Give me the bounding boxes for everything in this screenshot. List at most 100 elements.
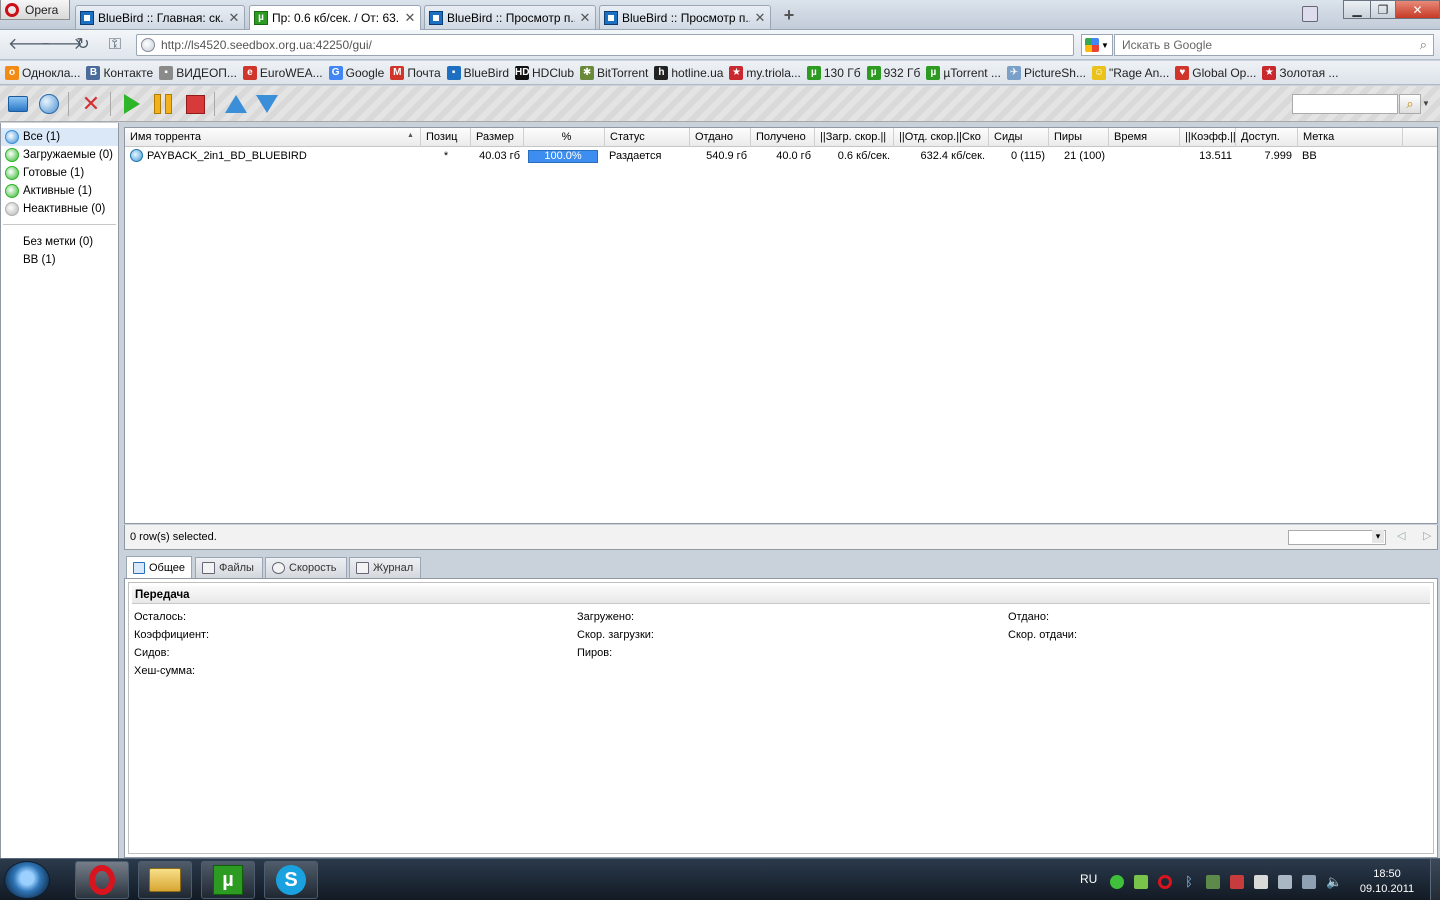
forward-icon[interactable]: 🡒 [40, 35, 83, 55]
close-icon[interactable]: ✕ [404, 10, 416, 26]
tab-speed[interactable]: Скорость [265, 557, 347, 578]
tray-green-icon[interactable] [1110, 875, 1124, 889]
browser-tab-4[interactable]: BlueBird :: Просмотр п... ✕ [599, 5, 771, 29]
bookmark-item[interactable]: ✱ BitTorrent [579, 65, 653, 80]
chevron-down-icon[interactable]: ▼ [1422, 94, 1432, 114]
column-header[interactable]: Пиры [1049, 128, 1109, 147]
column-header[interactable]: Время [1109, 128, 1180, 147]
search-input[interactable]: Искать в Google ⌕ [1114, 34, 1434, 56]
taskbar-skype[interactable]: S [264, 861, 318, 899]
back-icon[interactable]: 🡐 [8, 35, 51, 55]
trash-icon[interactable] [1302, 6, 1318, 22]
column-header[interactable]: % [524, 128, 605, 147]
volume-icon[interactable]: 🔈 [1326, 875, 1342, 889]
prev-page-icon[interactable]: ◁ [1397, 529, 1405, 542]
sidebar-label-item[interactable]: BB (1) [1, 251, 118, 269]
start-button[interactable] [4, 861, 50, 899]
remove-button[interactable]: ✕ [79, 92, 103, 116]
column-header[interactable]: Сиды [989, 128, 1049, 147]
bookmark-item[interactable]: ♥ Global Op... [1174, 65, 1261, 80]
bluetooth-icon[interactable]: ᛒ [1182, 875, 1196, 889]
browser-tab-1[interactable]: BlueBird :: Главная: ск... ✕ [75, 5, 245, 29]
bookmark-item[interactable]: В Контакте [85, 65, 158, 80]
bookmark-item[interactable]: h hotline.ua [653, 65, 728, 80]
bookmark-item[interactable]: HD HDClub [514, 65, 579, 80]
page-select[interactable] [1288, 530, 1386, 545]
column-header[interactable]: Имя торрента [125, 128, 421, 147]
bookmark-item[interactable]: ☺ "Rage An... [1091, 65, 1174, 80]
sidebar-category-item[interactable]: Неактивные (0) [1, 200, 118, 218]
bookmark-item[interactable]: e EuroWEA... [242, 65, 328, 80]
browser-tab-3[interactable]: BlueBird :: Просмотр п... ✕ [424, 5, 596, 29]
tab-log[interactable]: Журнал [349, 557, 421, 578]
column-header[interactable]: Доступ. [1236, 128, 1298, 147]
search-icon[interactable]: ⌕ [1399, 94, 1421, 114]
bookmark-item[interactable]: µ 932 Гб [866, 65, 926, 80]
bookmark-item[interactable]: M Почта [389, 65, 445, 80]
url-field[interactable]: http://ls4520.seedbox.org.ua:42250/gui/ [136, 34, 1074, 56]
column-header[interactable]: ||Коэфф.|| [1180, 128, 1236, 147]
window-close-button[interactable]: ✕ [1395, 0, 1440, 19]
close-icon[interactable]: ✕ [754, 10, 766, 26]
bookmark-item[interactable]: G Google [328, 65, 390, 80]
bookmark-item[interactable]: ★ my.triola... [728, 65, 805, 80]
close-icon[interactable]: ✕ [228, 10, 240, 26]
queue-down-button[interactable] [255, 92, 279, 116]
tray-network-icon[interactable] [1134, 875, 1148, 889]
stop-button[interactable] [183, 92, 207, 116]
sidebar-category-item[interactable]: Готовые (1) [1, 164, 118, 182]
maximize-button[interactable]: ❐ [1370, 0, 1396, 19]
column-header[interactable]: ||Загр. скор.|| [815, 128, 894, 147]
close-icon[interactable]: ✕ [579, 10, 591, 26]
add-torrent-button[interactable] [6, 92, 30, 116]
table-row[interactable]: PAYBACK_2in1_BD_BLUEBIRD * 40.03 гб 100.… [125, 148, 1437, 165]
tray-device-icon[interactable] [1254, 875, 1268, 889]
tray-flag-icon[interactable] [1230, 875, 1244, 889]
bookmark-item[interactable]: ▪ BlueBird [446, 65, 514, 80]
column-header[interactable]: Метка [1298, 128, 1403, 147]
search-icon[interactable]: ⌕ [1420, 37, 1427, 53]
column-header[interactable]: ||Отд. скор.||Ско [894, 128, 989, 147]
pause-button[interactable] [151, 92, 175, 116]
column-header[interactable]: Позиц [421, 128, 471, 147]
browser-tab-2[interactable]: µ Пр: 0.6 кб/сек. / От: 63... ✕ [249, 5, 421, 30]
tray-monitor-icon[interactable] [1278, 875, 1292, 889]
bookmark-item[interactable]: µ 130 Гб [806, 65, 866, 80]
tray-opera-icon[interactable] [1158, 875, 1172, 889]
tray-action-icon[interactable] [1302, 875, 1316, 889]
language-indicator[interactable]: RU [1080, 872, 1097, 886]
queue-up-button[interactable] [224, 92, 248, 116]
torrent-search-input[interactable] [1292, 94, 1398, 114]
opera-menu-button[interactable]: Opera [0, 0, 70, 20]
search-engine-selector[interactable]: ▼ [1081, 34, 1113, 56]
start-button[interactable] [120, 92, 144, 116]
taskbar-opera[interactable] [75, 861, 129, 899]
column-header[interactable]: Статус [605, 128, 690, 147]
bookmark-item[interactable]: ✈ PictureSh... [1006, 65, 1091, 80]
column-header[interactable]: Отдано [690, 128, 751, 147]
bookmark-item[interactable]: µ µTorrent ... [925, 65, 1006, 80]
system-clock[interactable]: 18:50 09.10.2011 [1354, 867, 1420, 897]
tab-general[interactable]: Общее [126, 556, 192, 578]
next-page-icon[interactable]: ▷ [1423, 529, 1431, 542]
sidebar-category-item[interactable]: Все (1) [1, 128, 118, 146]
new-tab-button[interactable]: + [780, 6, 798, 24]
bookmark-item[interactable]: о Однокла... [4, 65, 85, 80]
reload-icon[interactable]: ↻ [72, 35, 94, 55]
taskbar-utorrent[interactable]: µ [201, 861, 255, 899]
sidebar-label-item[interactable]: Без метки (0) [1, 233, 118, 251]
tab-files[interactable]: Файлы [195, 557, 263, 578]
tray-utorrent-icon[interactable] [1206, 875, 1220, 889]
bookmark-item[interactable]: ★ Золотая ... [1261, 65, 1343, 80]
key-icon[interactable]: ⚿ [104, 35, 126, 55]
taskbar-explorer[interactable] [138, 861, 192, 899]
show-desktop-button[interactable] [1430, 859, 1440, 900]
add-url-button[interactable] [37, 92, 61, 116]
column-header[interactable]: Размер [471, 128, 524, 147]
sidebar-category-item[interactable]: Загружаемые (0) [1, 146, 118, 164]
column-header[interactable]: Получено [751, 128, 815, 147]
minimize-button[interactable]: ▁ [1343, 0, 1371, 19]
bookmark-item[interactable]: ▪ ВИДЕОП... [158, 65, 242, 80]
site-info-icon[interactable] [141, 38, 155, 52]
sidebar-category-item[interactable]: Активные (1) [1, 182, 118, 200]
